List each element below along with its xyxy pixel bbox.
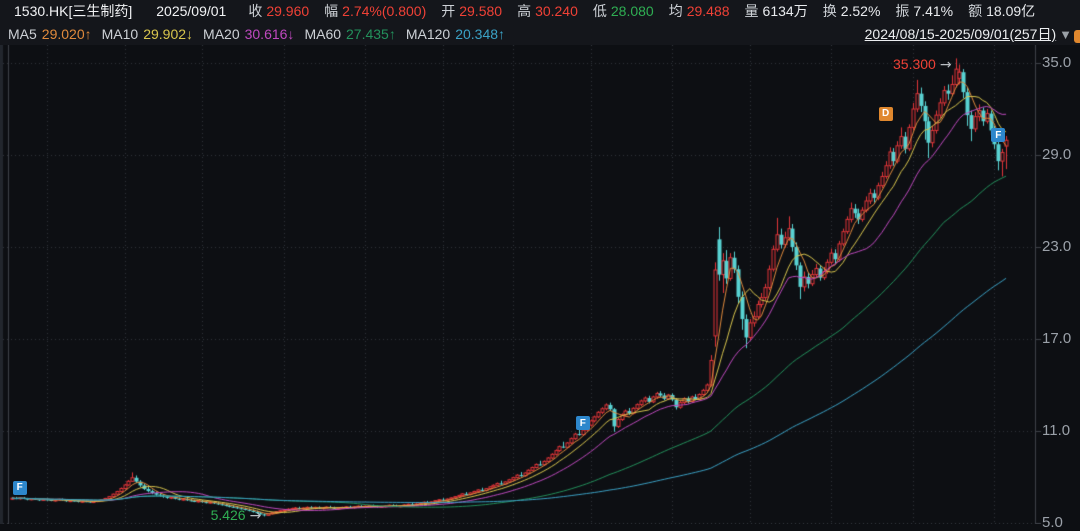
field-close: 收 29.960 bbox=[248, 3, 310, 19]
ma10-legend: MA10 29.902↓ bbox=[101, 25, 194, 42]
ma5-legend: MA5 29.020↑ bbox=[8, 25, 92, 42]
ma120-value: 20.348↑ bbox=[455, 25, 506, 42]
field-change: 幅 2.74%(0.800) bbox=[324, 3, 427, 19]
field-low: 低 28.080 bbox=[592, 3, 654, 19]
y-axis-label: 17.0 bbox=[1042, 330, 1072, 347]
high-price-marker: 35.300 → bbox=[893, 56, 952, 74]
ma120-legend: MA120 20.348↑ bbox=[405, 25, 506, 42]
y-axis-label: 5.0 bbox=[1042, 514, 1063, 531]
ma10-value: 29.902↓ bbox=[143, 25, 194, 42]
field-turnover: 换 2.52% bbox=[822, 3, 881, 19]
arrow-right-icon: → bbox=[939, 57, 952, 74]
chevron-down-icon[interactable]: ▼ bbox=[1059, 27, 1072, 42]
event-badge-D[interactable]: D bbox=[878, 106, 893, 121]
ma5-value: 29.020↑ bbox=[41, 25, 92, 42]
event-badge-F[interactable]: F bbox=[575, 416, 590, 431]
low-price-marker: 5.426 → bbox=[210, 507, 262, 525]
y-axis-label: 23.0 bbox=[1042, 238, 1072, 255]
event-badge-F[interactable]: F bbox=[12, 480, 27, 495]
clipped-edge-badge bbox=[1074, 30, 1080, 43]
field-amount: 额 18.09亿 bbox=[968, 3, 1036, 19]
date-range-selector[interactable]: 2024/08/15-2025/09/01(257日) ▼ bbox=[865, 24, 1072, 44]
y-axis-label: 29.0 bbox=[1042, 146, 1072, 163]
ma20-legend: MA20 30.616↓ bbox=[203, 25, 295, 42]
y-axis-label: 11.0 bbox=[1042, 422, 1071, 439]
field-amplitude: 振 7.41% bbox=[895, 3, 954, 19]
ma20-value: 30.616↓ bbox=[244, 25, 295, 42]
kline-chart-area[interactable]: 35.300 → 5.426 → 35.0 29.0 23.0 17.0 11.0 5.0 F F… bbox=[0, 45, 1080, 531]
ma60-legend: MA60 27.435↑ bbox=[304, 25, 396, 42]
field-avg: 均 29.488 bbox=[668, 3, 730, 19]
trade-date: 2025/09/01 bbox=[156, 3, 227, 19]
ma60-value: 27.435↑ bbox=[346, 25, 396, 42]
event-badge-F[interactable]: F bbox=[991, 128, 1006, 143]
field-open: 开 29.580 bbox=[441, 3, 503, 19]
stock-info-bar: 1530.HK[三生制药] 2025/09/01 收 29.960 幅 2.74%(… bbox=[0, 0, 1080, 22]
y-axis-label: 35.0 bbox=[1042, 54, 1072, 71]
kline-canvas[interactable] bbox=[0, 45, 1080, 524]
field-volume: 量 6134万 bbox=[744, 3, 808, 19]
date-range-label[interactable]: 2024/08/15-2025/09/01(257日) bbox=[865, 24, 1056, 44]
arrow-right-icon: → bbox=[249, 508, 262, 525]
field-high: 高 30.240 bbox=[517, 3, 578, 19]
stock-symbol: 1530.HK[三生制药] bbox=[14, 3, 133, 19]
